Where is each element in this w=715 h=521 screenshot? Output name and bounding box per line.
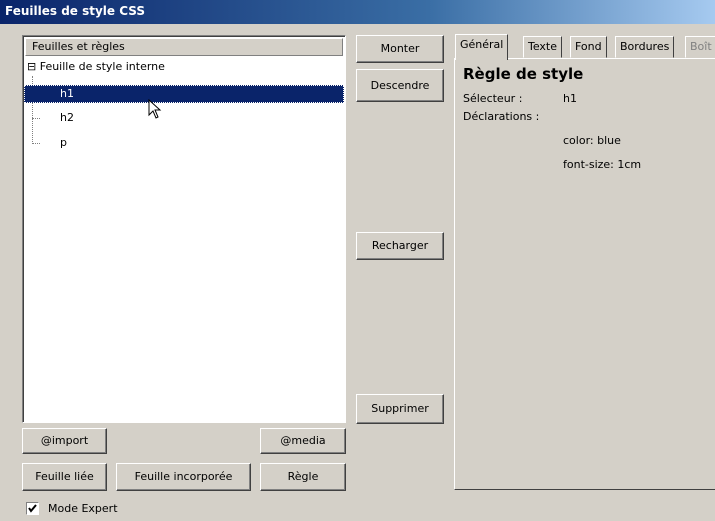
declarations-label: Déclarations : [463, 110, 540, 123]
tab-general[interactable]: Général [455, 34, 509, 60]
linked-sheet-button[interactable]: Feuille liée [22, 463, 107, 491]
rule-button[interactable]: Règle [260, 463, 346, 491]
tab-boite[interactable]: Boît [685, 36, 715, 58]
declaration-item: color: blue [563, 134, 621, 147]
embedded-sheet-button[interactable]: Feuille incorporée [116, 463, 251, 491]
tree-item-p[interactable]: p [60, 134, 67, 152]
rule-heading: Règle de style [463, 65, 584, 83]
expert-mode-checkbox[interactable] [26, 502, 39, 515]
move-up-button[interactable]: Monter [356, 35, 444, 63]
tree-branch-line [32, 143, 40, 144]
tree-root-row[interactable]: ⊟ Feuille de style interne [27, 58, 165, 76]
tree-item-h1[interactable]: h1 [60, 85, 74, 103]
move-down-button[interactable]: Descendre [356, 69, 444, 102]
reload-button[interactable]: Recharger [356, 232, 444, 260]
window-title: Feuilles de style CSS [0, 0, 715, 24]
tree-branch-line [32, 118, 40, 119]
rules-tree[interactable]: Feuilles et règles ⊟ Feuille de style in… [22, 35, 346, 423]
mouse-cursor-icon [148, 99, 162, 119]
tree-root-label: Feuille de style interne [39, 60, 165, 73]
checkmark-icon [28, 504, 37, 513]
tab-texte[interactable]: Texte [523, 36, 563, 58]
declaration-item: font-size: 1cm [563, 158, 642, 171]
selector-label: Sélecteur : [463, 92, 523, 105]
tree-item-h2[interactable]: h2 [60, 109, 74, 127]
tab-panel: Règle de style Sélecteur : h1 Déclaratio… [454, 58, 715, 490]
import-button[interactable]: @import [22, 428, 107, 454]
tab-bordures[interactable]: Bordures [615, 36, 675, 58]
collapse-icon[interactable]: ⊟ [27, 60, 36, 73]
selector-value: h1 [563, 92, 577, 105]
tree-column-header[interactable]: Feuilles et règles [25, 38, 343, 56]
media-button[interactable]: @media [260, 428, 346, 454]
expert-mode-label[interactable]: Mode Expert [48, 502, 118, 515]
delete-button[interactable]: Supprimer [356, 394, 444, 424]
tab-fond[interactable]: Fond [570, 36, 607, 58]
